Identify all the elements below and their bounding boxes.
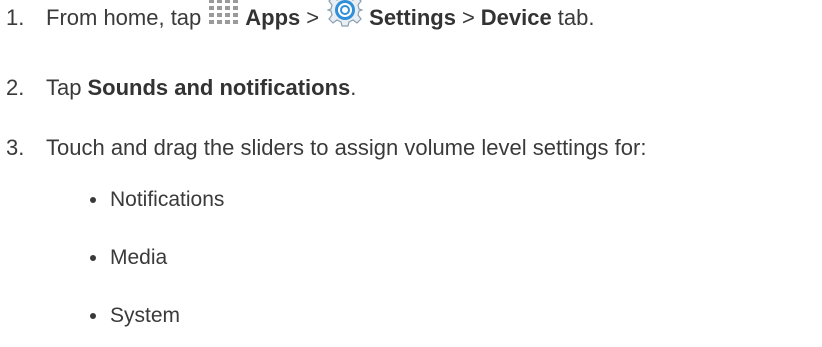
step-text: From home, tap	[46, 5, 202, 30]
step-2: 2. Tap Sounds and notifications .	[6, 72, 356, 104]
step-3: 3. Touch and drag the sliders to assign …	[6, 132, 646, 164]
settings-label: Settings	[369, 5, 456, 30]
separator: >	[306, 5, 320, 30]
step-text: .	[350, 75, 357, 100]
list-item-label: Notifications	[110, 188, 225, 211]
apps-label: Apps	[245, 5, 301, 30]
step-1: 1. From home, tap Apps > Settings > Devi…	[6, 0, 595, 34]
volume-settings-list: Notifications Media System	[90, 185, 224, 331]
separator: >	[461, 5, 475, 30]
sounds-and-notifications-label: Sounds and notifications	[87, 75, 351, 100]
apps-grid-icon	[207, 0, 241, 26]
device-label: Device	[480, 5, 552, 30]
step-text: Touch and drag the sliders to assign vol…	[46, 135, 647, 160]
list-item: System	[90, 301, 224, 331]
bullet-icon	[90, 255, 96, 261]
step-number: 3.	[6, 135, 25, 160]
list-item-label: Media	[110, 246, 168, 269]
step-text: tab.	[557, 5, 595, 30]
step-number: 2.	[6, 75, 25, 100]
list-item: Media	[90, 243, 224, 273]
settings-gear-icon	[326, 0, 365, 28]
bullet-icon	[90, 313, 96, 319]
step-text: Tap	[46, 75, 82, 100]
list-item-label: System	[110, 304, 181, 327]
list-item: Notifications	[90, 185, 224, 215]
bullet-icon	[90, 197, 96, 203]
step-number: 1.	[6, 5, 25, 30]
